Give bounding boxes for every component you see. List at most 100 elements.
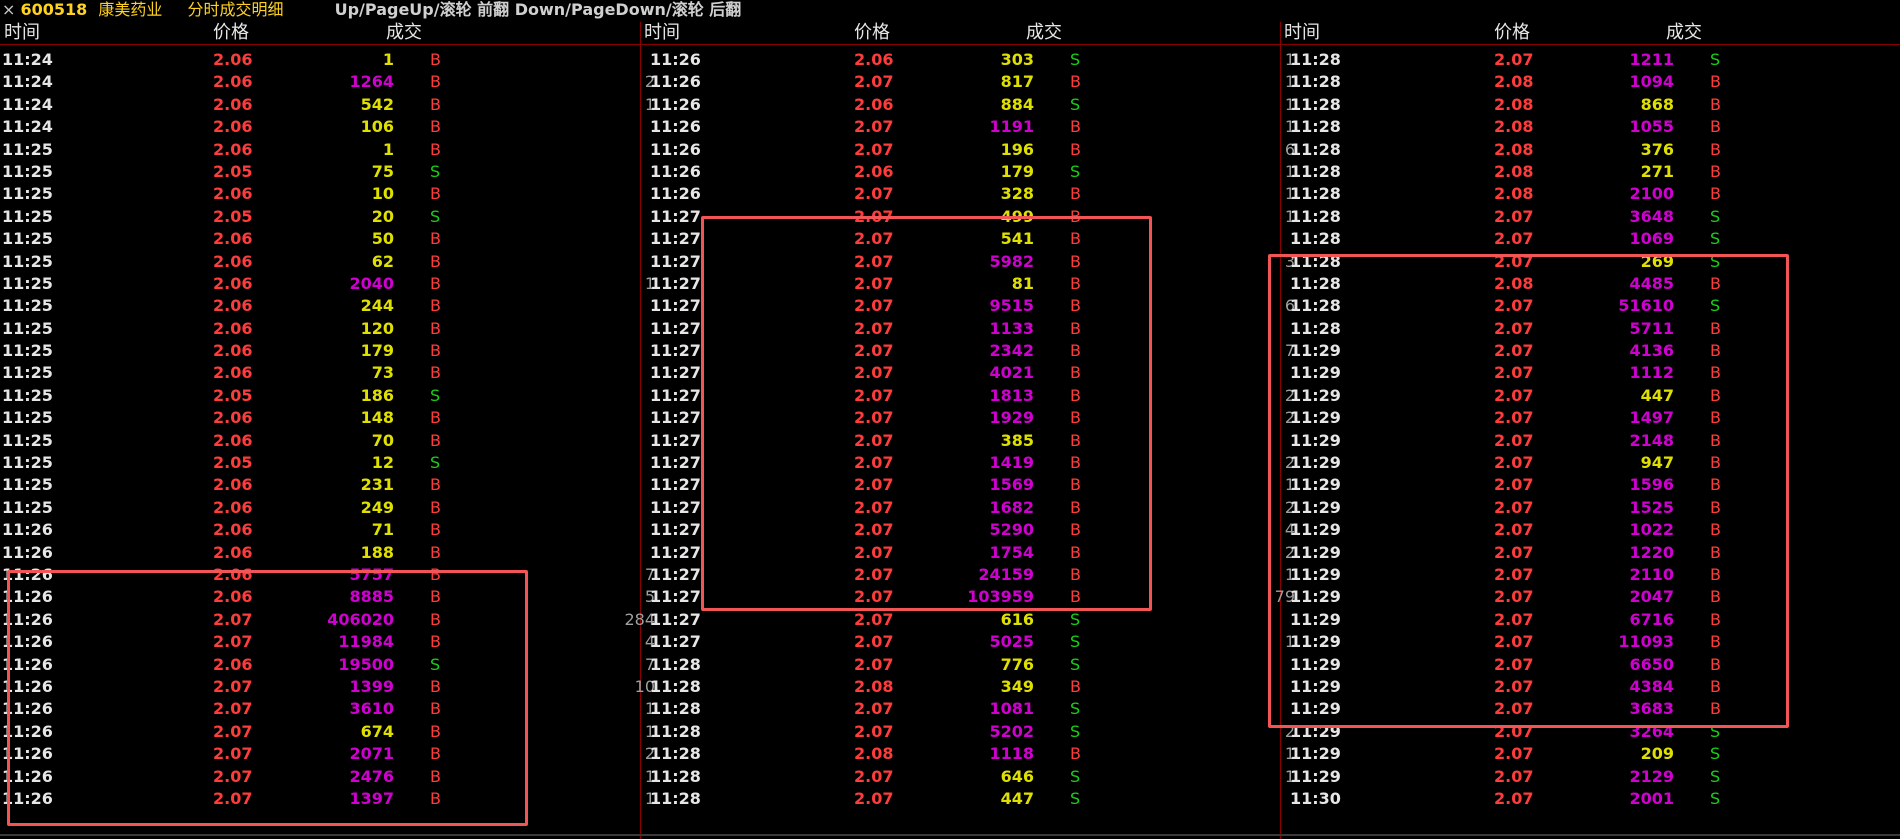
trade-time: 11:25 — [2, 273, 53, 293]
trade-volume: 1055 — [1629, 117, 1674, 137]
trade-row: 11:25 2.06 70 B — [0, 430, 640, 452]
trade-price: 2.08 — [1494, 94, 1534, 114]
trade-side: S — [1070, 766, 1081, 786]
trade-time: 11:27 — [650, 632, 701, 652]
trade-price: 2.06 — [854, 94, 894, 114]
trade-time: 11:24 — [2, 50, 53, 69]
trade-time: 11:28 — [650, 744, 701, 764]
trade-side: B — [1070, 72, 1081, 92]
trade-side: B — [430, 363, 441, 383]
trade-row: 11:25 2.05 75 S — [0, 161, 640, 183]
trade-time: 11:28 — [650, 699, 701, 719]
trade-side: B — [430, 72, 441, 92]
trade-time: 11:29 — [1290, 744, 1341, 764]
trade-row: 11:26 2.06 179 S — [640, 161, 1280, 183]
trade-time: 11:27 — [650, 542, 701, 562]
trade-price: 2.08 — [1494, 161, 1534, 181]
column-header: 时间 价格 成交 — [640, 22, 1280, 45]
trade-price: 2.06 — [213, 318, 253, 338]
trade-time: 11:25 — [2, 363, 53, 383]
trade-price: 2.08 — [854, 676, 894, 696]
trade-side: B — [430, 139, 441, 159]
trade-time: 11:27 — [650, 430, 701, 450]
trade-price: 2.07 — [854, 72, 894, 92]
trade-volume: 1 — [382, 50, 394, 69]
trade-volume: 868 — [1640, 94, 1674, 114]
trade-time: 11:30 — [1290, 788, 1341, 808]
trade-volume: 2001 — [1629, 788, 1674, 808]
trade-time: 11:27 — [650, 318, 701, 338]
trade-time: 11:26 — [650, 117, 701, 137]
trade-time: 11:25 — [2, 296, 53, 316]
trade-price: 2.06 — [213, 363, 253, 383]
trade-volume: 1094 — [1629, 72, 1674, 92]
trade-side: B — [1070, 117, 1081, 137]
trade-row: 1 11:28 2.08 868 B — [1280, 94, 1900, 116]
trade-side: B — [430, 94, 441, 114]
trade-time: 11:27 — [650, 587, 701, 607]
trade-side: B — [430, 50, 441, 69]
trade-time: 11:29 — [1290, 766, 1341, 786]
trade-time: 11:26 — [2, 520, 53, 540]
trade-price: 2.07 — [854, 721, 894, 741]
trade-time: 11:25 — [2, 385, 53, 405]
trade-volume: 50 — [371, 229, 394, 249]
trade-row: 1 11:28 2.08 2100 B — [1280, 183, 1900, 205]
trade-side: B — [1070, 744, 1081, 764]
trade-time: 11:27 — [650, 408, 701, 428]
trade-time: 11:26 — [650, 161, 701, 181]
trade-side: B — [1070, 139, 1081, 159]
trade-time: 11:25 — [2, 206, 53, 226]
trade-time: 11:28 — [650, 654, 701, 674]
trade-volume: 2129 — [1629, 766, 1674, 786]
trade-price: 2.06 — [213, 408, 253, 428]
trade-volume: 447 — [1000, 788, 1034, 808]
trade-volume: 349 — [1000, 676, 1034, 696]
trade-row: 11:25 2.06 50 B — [0, 228, 640, 250]
trade-side: B — [430, 475, 441, 495]
trade-side: S — [1710, 788, 1721, 808]
trade-time: 11:27 — [650, 385, 701, 405]
trade-row: 7 11:28 2.07 776 S — [640, 654, 1280, 676]
trade-volume: 271 — [1640, 161, 1674, 181]
trade-price: 2.06 — [213, 139, 253, 159]
close-icon[interactable]: × — [2, 0, 15, 19]
trade-price: 2.08 — [1494, 184, 1534, 204]
trade-price: 2.06 — [213, 475, 253, 495]
trade-time: 11:28 — [650, 788, 701, 808]
trade-row: 11:25 2.06 249 B — [0, 497, 640, 519]
trade-side: B — [430, 408, 441, 428]
trade-time: 11:25 — [2, 229, 53, 249]
trade-side: S — [1070, 654, 1081, 674]
trade-volume: 71 — [371, 520, 394, 540]
trade-row: 11:25 2.06 244 B — [0, 295, 640, 317]
trade-side: B — [430, 318, 441, 338]
trade-volume: 179 — [1000, 161, 1034, 181]
trade-row: 1 11:26 2.06 884 S — [640, 94, 1280, 116]
trade-time: 11:25 — [2, 475, 53, 495]
column-header: 时间 价格 成交 — [0, 22, 640, 45]
header-volume: 成交 — [1026, 22, 1062, 43]
trade-row: 11:25 2.06 73 B — [0, 362, 640, 384]
trade-volume: 1069 — [1629, 229, 1674, 249]
trade-volume: 148 — [360, 408, 394, 428]
trade-price: 2.07 — [1494, 206, 1534, 226]
trade-volume: 1118 — [989, 744, 1034, 764]
trade-side: S — [1070, 632, 1081, 652]
trade-row: 11:25 2.06 10 B — [0, 183, 640, 205]
trade-price: 2.07 — [1494, 50, 1534, 69]
trade-row: 11:24 2.06 542 B — [0, 94, 640, 116]
trade-side: B — [1710, 117, 1721, 137]
trade-price: 2.07 — [1494, 744, 1534, 764]
trade-side: B — [430, 229, 441, 249]
header-time: 时间 — [644, 22, 680, 43]
trade-side: B — [430, 520, 441, 540]
trade-volume: 249 — [360, 497, 394, 517]
trade-time: 11:28 — [1290, 50, 1341, 69]
trade-volume: 376 — [1640, 139, 1674, 159]
trade-volume: 5202 — [989, 721, 1034, 741]
trade-row: 1 11:28 2.08 1094 B — [1280, 71, 1900, 93]
trade-time: 11:25 — [2, 408, 53, 428]
trade-row: 11:25 2.06 120 B — [0, 318, 640, 340]
trade-volume: 303 — [1000, 50, 1034, 69]
